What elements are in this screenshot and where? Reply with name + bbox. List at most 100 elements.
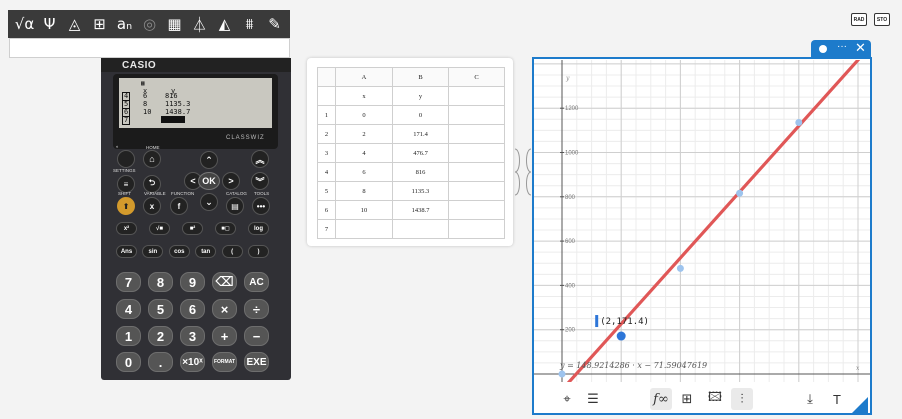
table-cell[interactable]: 476.7: [392, 143, 449, 163]
graph-window-titlebar[interactable]: ··· ✕: [811, 40, 871, 58]
key-3-4[interactable]: ÷: [244, 299, 269, 319]
key-5-4[interactable]: EXE: [244, 352, 269, 372]
statistics-icon[interactable]: ⩩: [237, 12, 262, 36]
key-3-0[interactable]: 4: [116, 299, 141, 319]
resize-corner[interactable]: [852, 397, 868, 413]
table-cell[interactable]: 816: [392, 162, 449, 182]
sqrt-alpha-icon[interactable]: √α: [12, 12, 37, 36]
right-arrow-button[interactable]: >: [222, 172, 240, 190]
key-3-1[interactable]: 5: [148, 299, 173, 319]
table-cell[interactable]: 6: [335, 162, 393, 182]
key-4-3[interactable]: +: [212, 326, 237, 346]
toolbar-input-field[interactable]: [9, 38, 290, 58]
text-icon[interactable]: T: [826, 388, 848, 410]
key-1-4[interactable]: (: [221, 245, 243, 258]
geometry-icon[interactable]: ◬: [62, 12, 87, 36]
sto-mode-button[interactable]: STO: [874, 13, 890, 26]
key-2-4[interactable]: AC: [244, 272, 269, 292]
graph-plot[interactable]: y x 200 400 600 800 1000 1200 (2,171.4) y = 148.9…: [534, 60, 870, 382]
key-2-3[interactable]: ⌫: [212, 272, 237, 292]
shift-button[interactable]: ⬆: [117, 197, 135, 215]
table-cell[interactable]: A: [335, 67, 393, 87]
down-arrow-button[interactable]: ⌄: [200, 193, 218, 211]
table-cell[interactable]: [448, 200, 505, 220]
key-5-2[interactable]: ×10ˣ: [180, 352, 205, 372]
table-view-icon[interactable]: ⊞: [676, 388, 698, 410]
key-4-1[interactable]: 2: [148, 326, 173, 346]
key-3-3[interactable]: ×: [212, 299, 237, 319]
coin-icon[interactable]: ◎: [137, 12, 162, 36]
table-cell[interactable]: 1135.3: [392, 181, 449, 201]
key-2-2[interactable]: 9: [180, 272, 205, 292]
table-cell[interactable]: 6: [317, 200, 336, 220]
table-cell[interactable]: [317, 86, 336, 106]
table-cell[interactable]: 171.4: [392, 124, 449, 144]
table-cell[interactable]: y: [392, 86, 449, 106]
ok-button[interactable]: OK: [198, 172, 220, 190]
psi-icon[interactable]: Ψ: [37, 12, 62, 36]
rad-mode-button[interactable]: RAD: [851, 13, 867, 26]
table-cell[interactable]: 10: [335, 200, 393, 220]
key-4-2[interactable]: 3: [180, 326, 205, 346]
calculator-icon[interactable]: ▦: [162, 12, 187, 36]
table-cell[interactable]: [448, 143, 505, 163]
table-cell[interactable]: 1438.7: [392, 200, 449, 220]
table-cell[interactable]: 7: [317, 219, 336, 239]
table-cell[interactable]: [448, 162, 505, 182]
key-1-2[interactable]: cos: [168, 245, 190, 258]
triangle-split-icon[interactable]: ⏃: [187, 12, 212, 36]
list-icon[interactable]: ☰: [582, 388, 604, 410]
scroll-down-button[interactable]: ︾: [251, 172, 269, 190]
key-2-0[interactable]: 7: [116, 272, 141, 292]
catalog-button[interactable]: ▤: [226, 197, 244, 215]
table-cell[interactable]: [448, 181, 505, 201]
table-cell[interactable]: [448, 124, 505, 144]
key-1-3[interactable]: tan: [195, 245, 217, 258]
download-icon[interactable]: ⤓: [799, 388, 821, 410]
key-0-2[interactable]: ■²: [182, 222, 203, 235]
key-5-3[interactable]: FORMAT: [212, 352, 237, 372]
table-cell[interactable]: [448, 219, 505, 239]
table-cell[interactable]: [392, 219, 449, 239]
table-cell[interactable]: 5: [317, 181, 336, 201]
function-icon[interactable]: f∞: [650, 388, 672, 410]
table-cell[interactable]: B: [392, 67, 449, 87]
table-cell[interactable]: [448, 86, 505, 106]
key-5-1[interactable]: .: [148, 352, 173, 372]
key-4-4[interactable]: −: [244, 326, 269, 346]
table-cell[interactable]: 0: [392, 105, 449, 125]
key-0-1[interactable]: √■: [149, 222, 170, 235]
table-cell[interactable]: [335, 219, 393, 239]
table-cell[interactable]: 2: [317, 124, 336, 144]
key-0-0[interactable]: x²: [116, 222, 137, 235]
solid-geometry-icon[interactable]: ◭: [212, 12, 237, 36]
key-3-2[interactable]: 6: [180, 299, 205, 319]
table-cell[interactable]: 2: [335, 124, 393, 144]
statistics-icon[interactable]: ⫶: [731, 388, 753, 410]
table-cell[interactable]: 4: [335, 143, 393, 163]
more-options-icon[interactable]: ···: [837, 41, 847, 52]
scroll-up-button[interactable]: ︽: [251, 150, 269, 168]
key-1-0[interactable]: Ans: [116, 245, 137, 258]
key-0-4[interactable]: log: [248, 222, 269, 235]
edit-note-icon[interactable]: ✎: [262, 12, 287, 36]
table-cell[interactable]: 1: [317, 105, 336, 125]
sequence-icon[interactable]: aₙ: [112, 12, 137, 36]
table-cell[interactable]: 0: [335, 105, 393, 125]
close-icon[interactable]: ✕: [855, 40, 866, 56]
settings-dial[interactable]: [117, 150, 135, 168]
up-arrow-button[interactable]: ⌃: [200, 151, 218, 169]
key-4-0[interactable]: 1: [116, 326, 141, 346]
table-cell[interactable]: [317, 67, 336, 87]
table-icon[interactable]: ⊞: [87, 12, 112, 36]
table-cell[interactable]: x: [335, 86, 393, 106]
key-1-1[interactable]: sin: [142, 245, 164, 258]
table-cell[interactable]: 4: [317, 162, 336, 182]
key-5-0[interactable]: 0: [116, 352, 141, 372]
variable-button[interactable]: x: [143, 197, 161, 215]
key-2-1[interactable]: 8: [148, 272, 173, 292]
key-0-3[interactable]: ■◻: [215, 222, 236, 235]
image-icon[interactable]: 🖾: [704, 388, 726, 410]
tools-button[interactable]: •••: [252, 197, 270, 215]
home-button[interactable]: ⌂: [143, 150, 161, 168]
